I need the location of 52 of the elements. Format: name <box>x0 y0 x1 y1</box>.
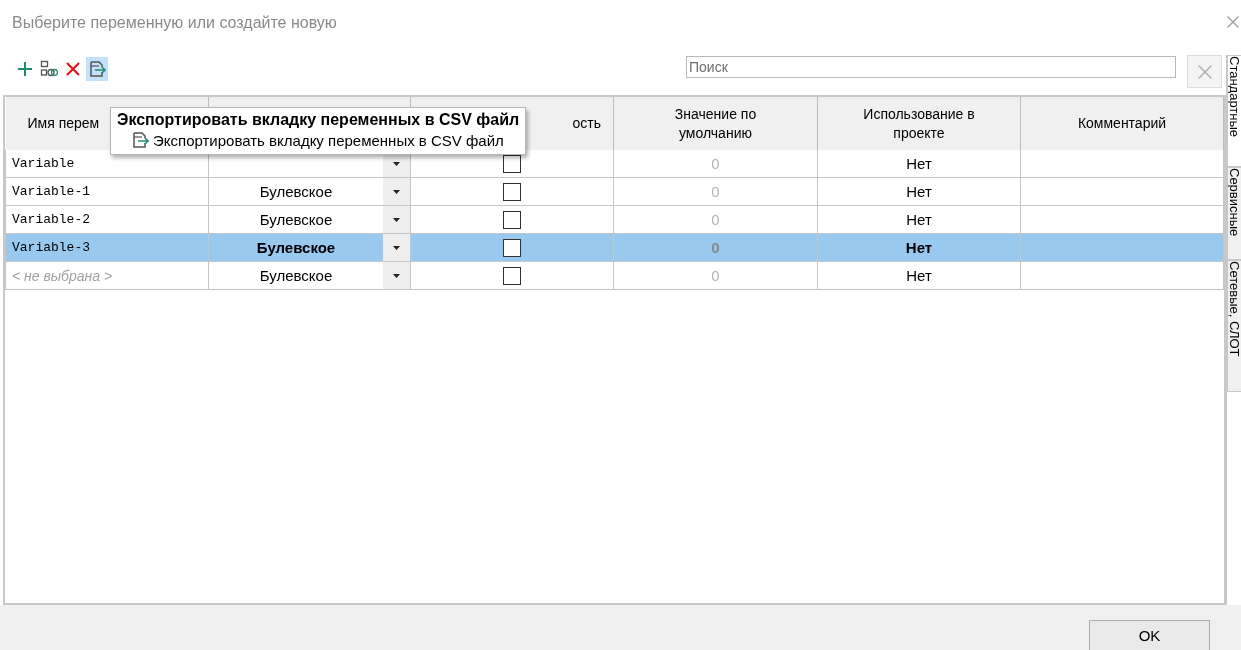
dropdown-button[interactable] <box>383 234 410 261</box>
checkbox[interactable] <box>503 267 521 285</box>
ok-button[interactable]: OK <box>1089 620 1210 650</box>
caret-icon <box>393 189 400 194</box>
search-field[interactable]: Поиск <box>686 56 1176 78</box>
variable-name: < не выбрана > <box>12 267 113 284</box>
dropdown-button[interactable] <box>383 206 410 233</box>
default-value: 0 <box>711 267 720 284</box>
default-value: 0 <box>711 239 720 256</box>
type-value: Булевское <box>259 267 333 284</box>
plus-icon <box>17 61 33 77</box>
type-value: Булевское <box>256 239 336 256</box>
caret-icon <box>393 245 400 250</box>
checkbox[interactable] <box>503 211 521 229</box>
column-header: Значение по умолчанию <box>673 104 758 143</box>
default-value: 0 <box>711 155 720 172</box>
export-icon <box>88 60 106 78</box>
caret-icon <box>393 217 400 222</box>
usage-value: Нет <box>905 239 933 256</box>
close-button[interactable] <box>1227 16 1239 28</box>
usage-value: Нет <box>906 211 932 228</box>
window-title: Выберите переменную или создайте новую <box>12 14 337 32</box>
export-button[interactable] <box>86 57 108 81</box>
export-icon <box>131 131 149 149</box>
checkbox[interactable] <box>503 183 521 201</box>
checkbox[interactable] <box>503 155 521 173</box>
close-icon <box>1197 64 1212 79</box>
default-value: 0 <box>711 211 720 228</box>
variable-name: Variable-3 <box>12 240 90 255</box>
dropdown-button[interactable] <box>383 178 410 205</box>
caret-icon <box>393 273 400 278</box>
close-icon <box>1227 16 1239 28</box>
link-icon <box>40 60 58 78</box>
usage-value: Нет <box>906 155 932 172</box>
dropdown-button[interactable] <box>383 262 410 289</box>
type-value: Булевское <box>259 211 333 228</box>
usage-value: Нет <box>906 267 932 284</box>
delete-icon <box>65 61 81 77</box>
tooltip-text: Экспортировать вкладку переменных в CSV файл <box>153 131 504 149</box>
caret-icon <box>393 161 400 166</box>
type-value: Булевское <box>259 183 333 200</box>
default-value: 0 <box>711 183 720 200</box>
column-header: Использование в проекте <box>862 104 976 143</box>
variable-name: Variable-2 <box>12 212 90 227</box>
tooltip-title: Экспортировать вкладку переменных в CSV файл <box>117 111 520 129</box>
checkbox[interactable] <box>503 239 521 257</box>
column-header: Имя перем <box>27 114 100 133</box>
column-header: ость <box>572 114 601 133</box>
variable-name: Variable <box>12 156 75 171</box>
variable-name: Variable-1 <box>12 184 90 199</box>
column-header: Комментарий <box>1077 114 1167 133</box>
usage-value: Нет <box>906 183 932 200</box>
